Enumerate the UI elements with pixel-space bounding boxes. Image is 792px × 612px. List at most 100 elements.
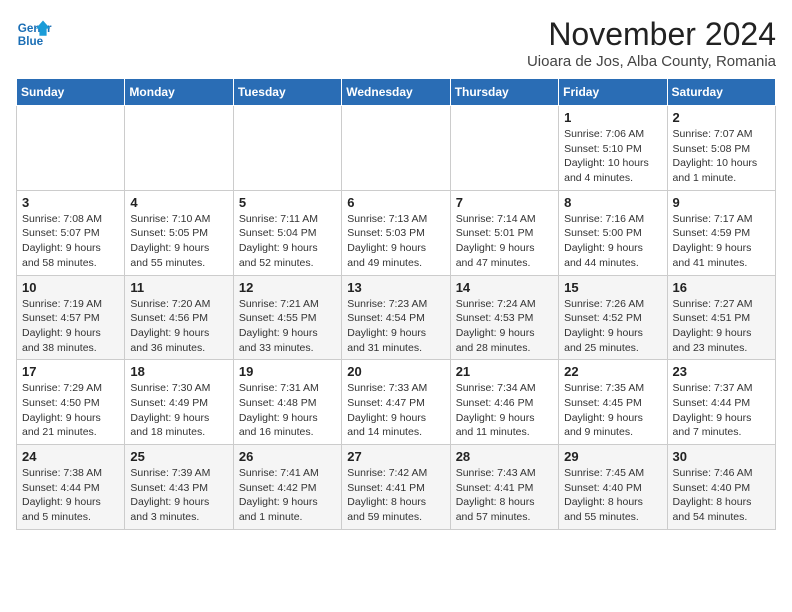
header-row: SundayMondayTuesdayWednesdayThursdayFrid… bbox=[17, 79, 776, 106]
day-number: 7 bbox=[456, 195, 553, 210]
header-monday: Monday bbox=[125, 79, 233, 106]
subtitle: Uioara de Jos, Alba County, Romania bbox=[527, 53, 776, 70]
day-number: 5 bbox=[239, 195, 336, 210]
day-info: Sunrise: 7:23 AMSunset: 4:54 PMDaylight:… bbox=[347, 297, 444, 356]
calendar-row-4: 24 Sunrise: 7:38 AMSunset: 4:44 PMDayligh… bbox=[17, 445, 776, 530]
calendar-cell: 27Sunrise: 7:42 AMSunset: 4:41 PMDayligh… bbox=[342, 445, 450, 530]
calendar-cell bbox=[233, 106, 341, 191]
day-info: Sunrise: 7:24 AMSunset: 4:53 PMDaylight:… bbox=[456, 297, 553, 356]
calendar-header: SundayMondayTuesdayWednesdayThursdayFrid… bbox=[17, 79, 776, 106]
header-saturday: Saturday bbox=[667, 79, 775, 106]
calendar-row-2: 10 Sunrise: 7:19 AMSunset: 4:57 PMDayligh… bbox=[17, 275, 776, 360]
day-info: Sunrise: 7:45 AMSunset: 4:40 PMDaylight:… bbox=[564, 466, 661, 525]
calendar-body: 1 Sunrise: 7:06 AMSunset: 5:10 PMDaylight… bbox=[17, 106, 776, 530]
calendar-cell: 19Sunrise: 7:31 AMSunset: 4:48 PMDayligh… bbox=[233, 360, 341, 445]
day-number: 4 bbox=[130, 195, 227, 210]
day-info: Sunrise: 7:07 AMSunset: 5:08 PMDaylight:… bbox=[673, 127, 770, 186]
day-info: Sunrise: 7:19 AMSunset: 4:57 PMDaylight:… bbox=[22, 297, 119, 356]
day-info: Sunrise: 7:16 AMSunset: 5:00 PMDaylight:… bbox=[564, 212, 661, 271]
calendar-table: SundayMondayTuesdayWednesdayThursdayFrid… bbox=[16, 78, 776, 530]
day-number: 2 bbox=[673, 110, 770, 125]
day-info: Sunrise: 7:37 AMSunset: 4:44 PMDaylight:… bbox=[673, 381, 770, 440]
day-number: 18 bbox=[130, 364, 227, 379]
calendar-cell: 7Sunrise: 7:14 AMSunset: 5:01 PMDaylight… bbox=[450, 190, 558, 275]
page-header: General Blue November 2024 Uioara de Jos… bbox=[16, 16, 776, 70]
logo: General Blue bbox=[16, 16, 52, 52]
day-number: 21 bbox=[456, 364, 553, 379]
calendar-cell: 29Sunrise: 7:45 AMSunset: 4:40 PMDayligh… bbox=[559, 445, 667, 530]
day-number: 14 bbox=[456, 280, 553, 295]
day-info: Sunrise: 7:10 AMSunset: 5:05 PMDaylight:… bbox=[130, 212, 227, 271]
day-number: 28 bbox=[456, 449, 553, 464]
day-number: 8 bbox=[564, 195, 661, 210]
calendar-cell: 20 Sunrise: 7:33 AMSunset: 4:47 PMDayligh… bbox=[342, 360, 450, 445]
calendar-cell bbox=[450, 106, 558, 191]
title-section: November 2024 Uioara de Jos, Alba County… bbox=[527, 16, 776, 70]
header-thursday: Thursday bbox=[450, 79, 558, 106]
day-info: Sunrise: 7:30 AMSunset: 4:49 PMDaylight:… bbox=[130, 381, 227, 440]
calendar-cell: 24 Sunrise: 7:38 AMSunset: 4:44 PMDayligh… bbox=[17, 445, 125, 530]
day-number: 24 bbox=[22, 449, 119, 464]
calendar-cell: 25 Sunrise: 7:39 AMSunset: 4:43 PMDayligh… bbox=[125, 445, 233, 530]
day-info: Sunrise: 7:21 AMSunset: 4:55 PMDaylight:… bbox=[239, 297, 336, 356]
calendar-row-0: 1 Sunrise: 7:06 AMSunset: 5:10 PMDaylight… bbox=[17, 106, 776, 191]
day-number: 19 bbox=[239, 364, 336, 379]
day-number: 11 bbox=[130, 280, 227, 295]
day-number: 25 bbox=[130, 449, 227, 464]
main-title: November 2024 bbox=[527, 16, 776, 53]
day-number: 22 bbox=[564, 364, 661, 379]
day-info: Sunrise: 7:39 AMSunset: 4:43 PMDaylight:… bbox=[130, 466, 227, 525]
day-number: 13 bbox=[347, 280, 444, 295]
calendar-cell: 26 Sunrise: 7:41 AMSunset: 4:42 PMDayligh… bbox=[233, 445, 341, 530]
day-info: Sunrise: 7:27 AMSunset: 4:51 PMDaylight:… bbox=[673, 297, 770, 356]
calendar-cell: 8 Sunrise: 7:16 AMSunset: 5:00 PMDaylight… bbox=[559, 190, 667, 275]
calendar-cell: 4 Sunrise: 7:10 AMSunset: 5:05 PMDaylight… bbox=[125, 190, 233, 275]
calendar-cell: 6 Sunrise: 7:13 AMSunset: 5:03 PMDaylight… bbox=[342, 190, 450, 275]
day-info: Sunrise: 7:11 AMSunset: 5:04 PMDaylight:… bbox=[239, 212, 336, 271]
day-info: Sunrise: 7:42 AMSunset: 4:41 PMDaylight:… bbox=[347, 466, 444, 525]
day-number: 9 bbox=[673, 195, 770, 210]
day-number: 12 bbox=[239, 280, 336, 295]
day-number: 6 bbox=[347, 195, 444, 210]
calendar-cell: 30 Sunrise: 7:46 AMSunset: 4:40 PMDayligh… bbox=[667, 445, 775, 530]
day-info: Sunrise: 7:13 AMSunset: 5:03 PMDaylight:… bbox=[347, 212, 444, 271]
calendar-row-3: 17Sunrise: 7:29 AMSunset: 4:50 PMDayligh… bbox=[17, 360, 776, 445]
calendar-cell bbox=[342, 106, 450, 191]
logo-icon: General Blue bbox=[16, 16, 52, 52]
calendar-cell: 22 Sunrise: 7:35 AMSunset: 4:45 PMDayligh… bbox=[559, 360, 667, 445]
day-info: Sunrise: 7:38 AMSunset: 4:44 PMDaylight:… bbox=[22, 466, 119, 525]
day-number: 30 bbox=[673, 449, 770, 464]
calendar-cell: 13 Sunrise: 7:23 AMSunset: 4:54 PMDayligh… bbox=[342, 275, 450, 360]
day-number: 15 bbox=[564, 280, 661, 295]
day-info: Sunrise: 7:29 AMSunset: 4:50 PMDaylight:… bbox=[22, 381, 119, 440]
day-number: 16 bbox=[673, 280, 770, 295]
day-info: Sunrise: 7:46 AMSunset: 4:40 PMDaylight:… bbox=[673, 466, 770, 525]
day-number: 26 bbox=[239, 449, 336, 464]
day-info: Sunrise: 7:35 AMSunset: 4:45 PMDaylight:… bbox=[564, 381, 661, 440]
day-info: Sunrise: 7:41 AMSunset: 4:42 PMDaylight:… bbox=[239, 466, 336, 525]
calendar-cell: 14 Sunrise: 7:24 AMSunset: 4:53 PMDayligh… bbox=[450, 275, 558, 360]
calendar-cell: 17Sunrise: 7:29 AMSunset: 4:50 PMDayligh… bbox=[17, 360, 125, 445]
day-info: Sunrise: 7:33 AMSunset: 4:47 PMDaylight:… bbox=[347, 381, 444, 440]
calendar-cell bbox=[17, 106, 125, 191]
calendar-row-1: 3Sunrise: 7:08 AMSunset: 5:07 PMDaylight… bbox=[17, 190, 776, 275]
calendar-cell: 1 Sunrise: 7:06 AMSunset: 5:10 PMDaylight… bbox=[559, 106, 667, 191]
day-info: Sunrise: 7:20 AMSunset: 4:56 PMDaylight:… bbox=[130, 297, 227, 356]
calendar-cell: 16 Sunrise: 7:27 AMSunset: 4:51 PMDayligh… bbox=[667, 275, 775, 360]
day-number: 1 bbox=[564, 110, 661, 125]
calendar-cell: 15Sunrise: 7:26 AMSunset: 4:52 PMDayligh… bbox=[559, 275, 667, 360]
day-number: 20 bbox=[347, 364, 444, 379]
svg-text:General: General bbox=[18, 22, 52, 35]
day-info: Sunrise: 7:17 AMSunset: 4:59 PMDaylight:… bbox=[673, 212, 770, 271]
calendar-cell: 18 Sunrise: 7:30 AMSunset: 4:49 PMDayligh… bbox=[125, 360, 233, 445]
day-number: 3 bbox=[22, 195, 119, 210]
day-number: 10 bbox=[22, 280, 119, 295]
day-info: Sunrise: 7:43 AMSunset: 4:41 PMDaylight:… bbox=[456, 466, 553, 525]
header-tuesday: Tuesday bbox=[233, 79, 341, 106]
day-info: Sunrise: 7:06 AMSunset: 5:10 PMDaylight:… bbox=[564, 127, 661, 186]
calendar-cell: 21Sunrise: 7:34 AMSunset: 4:46 PMDayligh… bbox=[450, 360, 558, 445]
calendar-cell: 10 Sunrise: 7:19 AMSunset: 4:57 PMDayligh… bbox=[17, 275, 125, 360]
svg-text:Blue: Blue bbox=[18, 35, 44, 48]
calendar-cell: 2 Sunrise: 7:07 AMSunset: 5:08 PMDaylight… bbox=[667, 106, 775, 191]
day-number: 23 bbox=[673, 364, 770, 379]
